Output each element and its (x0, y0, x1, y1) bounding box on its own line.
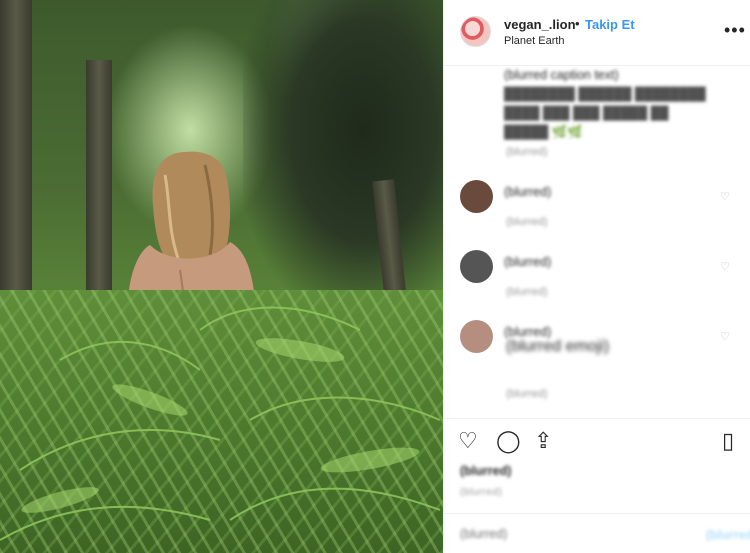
add-comment-input[interactable] (460, 527, 680, 541)
share-icon[interactable]: ⇪ (534, 428, 552, 454)
caption-text: (blurred caption text) ████████ ██████ █… (504, 68, 706, 139)
comment-meta: (blurred) (506, 286, 548, 298)
comment-username[interactable]: (blurred) (504, 325, 551, 339)
comment-meta: (blurred) (506, 388, 548, 400)
photo-fern-fronds (0, 306, 441, 541)
post-photo[interactable] (0, 0, 443, 553)
likes-count[interactable]: (blurred) (460, 464, 511, 478)
comment-avatar[interactable] (460, 320, 493, 353)
comment-icon[interactable]: ◯ (496, 428, 521, 454)
heart-icon[interactable]: ♡ (720, 190, 730, 203)
comment-meta: (blurred) (506, 216, 548, 228)
separator-dot: • (575, 16, 580, 31)
heart-icon[interactable]: ♡ (720, 260, 730, 273)
heart-icon[interactable]: ♡ (720, 330, 730, 343)
comment-avatar[interactable] (460, 180, 493, 213)
divider (444, 418, 750, 419)
post-date: (blurred) (460, 487, 503, 498)
author-username[interactable]: vegan_.lion (504, 17, 576, 32)
heart-icon[interactable]: ♡ (458, 428, 478, 454)
divider (444, 513, 750, 514)
post-header: vegan_.lion • Takip Et Planet Earth ••• (444, 0, 750, 66)
bookmark-icon[interactable]: ▯ (722, 428, 734, 454)
comment-username[interactable]: (blurred) (504, 185, 551, 199)
comment-avatar[interactable] (460, 250, 493, 283)
post-side-panel: vegan_.lion • Takip Et Planet Earth ••• … (443, 0, 750, 553)
post-location[interactable]: Planet Earth (504, 35, 565, 47)
author-avatar[interactable] (460, 16, 491, 47)
comment-username[interactable]: (blurred) (504, 255, 551, 269)
more-options-icon[interactable]: ••• (724, 20, 746, 41)
caption-meta: (blurred) (506, 146, 548, 158)
comment-emoji-text: (blurred emoji) (506, 338, 610, 355)
follow-button[interactable]: Takip Et (585, 17, 635, 32)
post-comment-button[interactable]: (blurred) (706, 528, 750, 542)
